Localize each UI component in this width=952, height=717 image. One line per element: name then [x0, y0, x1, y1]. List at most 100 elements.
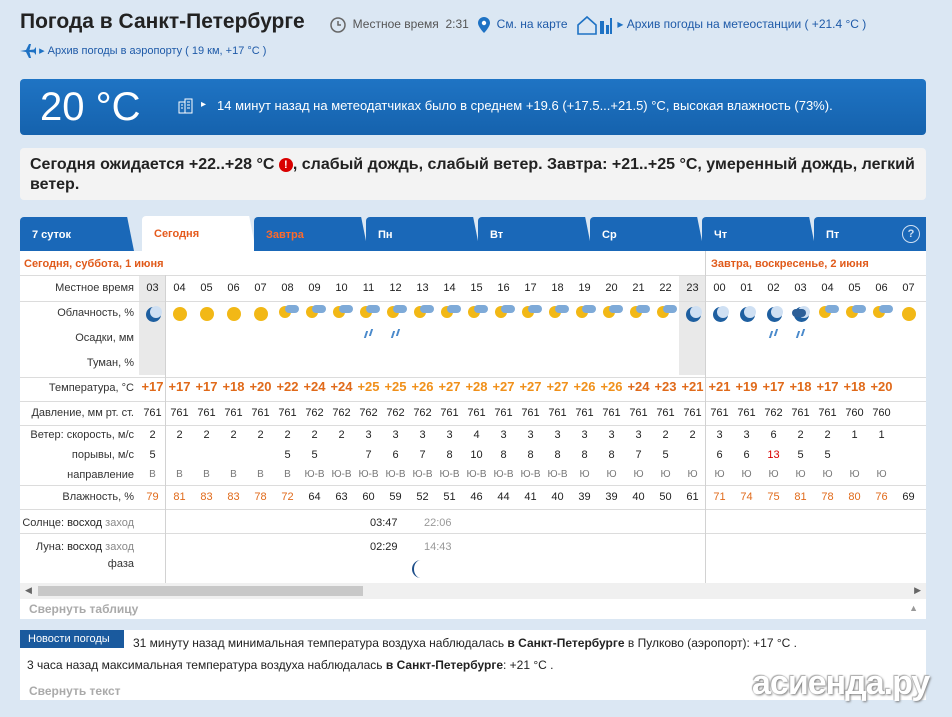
pressure-cell: 761	[467, 407, 486, 419]
news-line-1-c: в Пулково (аэропорт): +17	[624, 636, 777, 650]
gust-cell: 13	[767, 449, 780, 461]
help-icon[interactable]: ?	[902, 225, 920, 243]
cloud-icon	[393, 305, 407, 313]
row-divider	[20, 275, 926, 276]
moonrise-time: 02:29	[370, 541, 398, 553]
temperature-cell: +23	[654, 379, 677, 394]
day-tabs: 7 суток Сегодня Завтра Пн Вт Ср Чт Пт ?	[20, 216, 926, 251]
temperature-cell: +26	[600, 379, 623, 394]
watermark-logo: асиенда.ру	[752, 664, 930, 702]
forecast-summary: Сегодня ожидается +22..+28 °C !, слабый …	[20, 148, 926, 200]
tab-monday[interactable]: Пн	[366, 217, 480, 251]
temperature-cell: +17	[816, 379, 839, 394]
direction-cell: Ю-В	[466, 469, 487, 480]
tab-wednesday[interactable]: Ср	[590, 217, 704, 251]
hour-cell: 07	[254, 282, 267, 294]
table-scrollbar[interactable]: ◀ ▶	[20, 583, 926, 599]
archive-airport-link[interactable]: ▸ Архив погоды в аэропорту ( 19 км, +17 …	[20, 44, 267, 59]
collapse-text-button[interactable]: Свернуть текст	[29, 684, 121, 698]
temperature-cell: +24	[303, 379, 326, 394]
warning-icon[interactable]: !	[278, 158, 293, 172]
archive-station-link[interactable]: ▸ Архив погоды на метеостанции ( +21.4 °…	[576, 15, 866, 35]
tab-thursday[interactable]: Чт	[702, 217, 816, 251]
map-pin-icon	[478, 17, 490, 33]
pressure-cell: 761	[710, 407, 729, 419]
hour-cell: 23	[686, 282, 699, 294]
humidity-cell: 83	[200, 491, 213, 503]
cloud-icon	[339, 305, 353, 313]
temperature-cell: +26	[573, 379, 596, 394]
hour-cell: 01	[740, 282, 753, 294]
temperature-cell: +21	[681, 379, 704, 394]
collapse-table-button[interactable]: Свернуть таблицу	[29, 602, 138, 616]
direction-cell: Ю-В	[412, 469, 433, 480]
gust-cell: 10	[470, 449, 483, 461]
direction-cell: Ю-В	[493, 469, 514, 480]
wind-cell: 2	[311, 429, 318, 441]
direction-cell: Ю-В	[304, 469, 325, 480]
tab-tomorrow[interactable]: Завтра	[254, 217, 368, 251]
tab-friday-label[interactable]: Пт	[826, 229, 839, 241]
pressure-cell: 762	[386, 407, 405, 419]
label-phase: фаза	[107, 558, 134, 570]
wind-cell: 3	[716, 429, 723, 441]
humidity-cell: 69	[902, 491, 915, 503]
humidity-cell: 71	[713, 491, 726, 503]
direction-cell: Ю-В	[520, 469, 541, 480]
map-link-text[interactable]: См. на карте	[497, 17, 568, 31]
pressure-cell: 761	[143, 407, 162, 419]
moon-icon	[767, 306, 783, 322]
tab-today[interactable]: Сегодня	[142, 216, 256, 251]
tab-7-days[interactable]: 7 суток	[20, 217, 134, 251]
pressure-cell: 761	[629, 407, 648, 419]
page-header: Погода в Санкт-Петербурге Местное время …	[0, 0, 952, 70]
tab-friday[interactable]: Пт ?	[814, 217, 926, 251]
news-line-1-city: в Санкт-Петербурге	[507, 636, 625, 650]
gust-cell: 8	[581, 449, 588, 461]
pressure-cell: 761	[251, 407, 270, 419]
humidity-cell: 81	[173, 491, 186, 503]
tab-tuesday[interactable]: Вт	[478, 217, 592, 251]
temperature-cell: +19	[735, 379, 758, 394]
label-moon: Луна: восход заход	[36, 541, 134, 553]
sun-icon	[902, 307, 916, 321]
temperature-cell: +17	[141, 379, 164, 394]
wind-cell: 2	[203, 429, 210, 441]
hour-cell: 14	[443, 282, 456, 294]
news-line-1: 31 минуту назад минимальная температура …	[133, 636, 797, 650]
map-link[interactable]: См. на карте	[478, 17, 568, 33]
humidity-cell: 78	[821, 491, 834, 503]
rain-icon	[390, 331, 396, 338]
direction-cell: В	[203, 469, 210, 480]
hour-cell: 00	[713, 282, 726, 294]
label-moon-b: восход	[67, 541, 103, 553]
collapse-up-icon[interactable]: ▲	[909, 603, 918, 613]
hour-cell: 18	[551, 282, 564, 294]
hour-cell: 06	[875, 282, 888, 294]
row-divider	[20, 425, 926, 426]
humidity-cell: 63	[335, 491, 348, 503]
news-line-2-city: в Санкт-Петербурге	[385, 658, 503, 672]
wind-cell: 6	[770, 429, 777, 441]
pressure-cell: 762	[359, 407, 378, 419]
direction-cell: Ю	[822, 469, 833, 480]
hour-cell: 19	[578, 282, 591, 294]
rain-icon	[795, 331, 801, 338]
pressure-cell: 761	[521, 407, 540, 419]
gust-cell: 8	[608, 449, 615, 461]
humidity-cell: 51	[443, 491, 456, 503]
cloud-icon	[582, 305, 596, 313]
temperature-cell: +18	[222, 379, 245, 394]
direction-cell: В	[176, 469, 183, 480]
scroll-right-icon[interactable]: ▶	[914, 585, 921, 596]
building-icon	[178, 98, 193, 114]
news-label[interactable]: Новости погоды	[20, 630, 124, 648]
scroll-left-icon[interactable]: ◀	[25, 585, 32, 596]
archive-station-text[interactable]: Архив погоды на метеостанции ( +21.4 °C …	[627, 17, 867, 31]
temperature-cell: +21	[708, 379, 731, 394]
sun-icon	[173, 307, 187, 321]
gust-cell: 6	[392, 449, 399, 461]
archive-airport-text[interactable]: Архив погоды в аэропорту ( 19 км, +17 °C…	[48, 45, 267, 57]
direction-cell: Ю-В	[547, 469, 568, 480]
scrollbar-thumb[interactable]	[38, 586, 363, 596]
